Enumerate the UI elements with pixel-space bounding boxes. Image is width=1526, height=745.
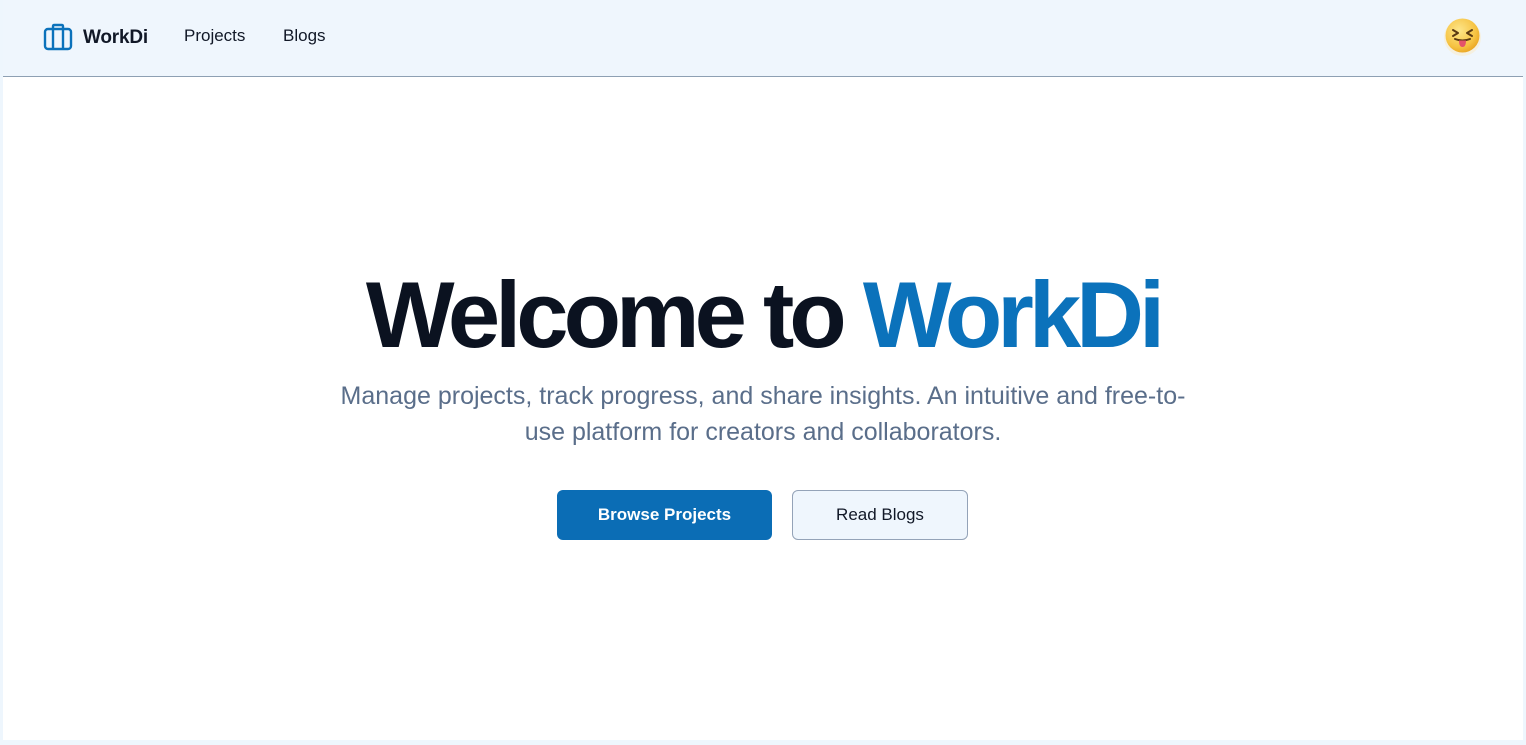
top-navbar: WorkDi Projects Blogs <box>3 0 1523 77</box>
hero-subtitle: Manage projects, track progress, and sha… <box>340 382 1186 446</box>
browse-projects-button[interactable]: Browse Projects <box>557 490 772 540</box>
squinting-tongue-emoji-icon <box>1444 17 1481 59</box>
headline-prefix: Welcome to <box>365 262 863 367</box>
read-blogs-button[interactable]: Read Blogs <box>792 490 968 540</box>
nav-link-blogs[interactable]: Blogs <box>283 26 326 46</box>
user-avatar[interactable] <box>1444 17 1481 59</box>
app-frame: WorkDi Projects Blogs Welcome to WorkDi … <box>3 0 1523 740</box>
brand-name: WorkDi <box>83 27 148 48</box>
brand-logo-link[interactable]: WorkDi <box>43 22 148 54</box>
briefcase-icon <box>43 23 73 53</box>
hero-headline: Welcome to WorkDi <box>3 265 1523 365</box>
nav-link-projects[interactable]: Projects <box>184 26 245 46</box>
hero-section: Welcome to WorkDi Manage projects, track… <box>3 77 1523 740</box>
headline-accent: WorkDi <box>862 262 1165 367</box>
